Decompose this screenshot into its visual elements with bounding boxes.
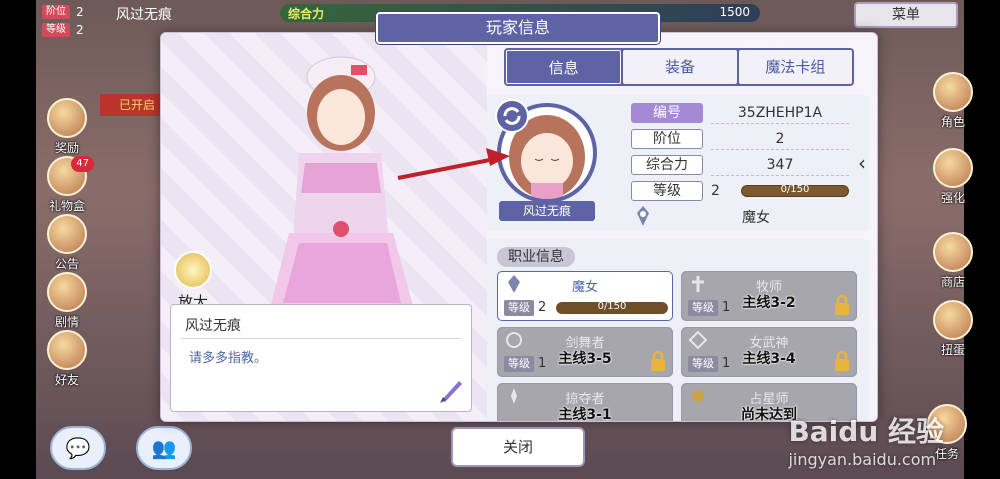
notice-icon bbox=[47, 214, 87, 254]
quill-edit-icon[interactable] bbox=[437, 377, 465, 405]
hud-rank-label: 阶位 bbox=[42, 5, 70, 19]
gacha-button[interactable]: 扭蛋 bbox=[930, 300, 976, 360]
unlock-requirement: 主线3-4 bbox=[742, 351, 796, 367]
witch-class-icon bbox=[637, 206, 649, 226]
avatar-name-plate: 风过无痕 bbox=[499, 201, 595, 221]
character-icon bbox=[933, 72, 973, 112]
greeting-divider bbox=[181, 338, 461, 339]
chest-icon bbox=[47, 98, 87, 138]
job-name: 魔女 bbox=[571, 280, 598, 295]
class-value: 魔女 bbox=[742, 210, 770, 226]
level-value: 2 bbox=[711, 183, 720, 199]
book-icon bbox=[47, 272, 87, 312]
info-row-rank: 阶位 2 bbox=[631, 129, 849, 150]
level-progress-bar: 0/150 bbox=[741, 184, 849, 197]
character-button[interactable]: 角色 bbox=[930, 72, 976, 132]
info-row-level: 等级 2 0/150 bbox=[631, 181, 849, 201]
career-title: 职业信息 bbox=[497, 247, 575, 267]
people-icon: 👥 bbox=[151, 436, 177, 460]
tab-magic-deck[interactable]: 魔法卡组 bbox=[738, 50, 852, 84]
job-level-label: 等级 bbox=[504, 300, 534, 316]
enhance-label: 强化 bbox=[940, 191, 965, 205]
job-card-valkyrie[interactable]: 女武神 等级 1 主线3-4 bbox=[681, 327, 857, 377]
tab-equipment[interactable]: 装备 bbox=[623, 50, 737, 84]
refresh-icon bbox=[503, 107, 521, 125]
social-button[interactable]: 👥 bbox=[136, 426, 192, 470]
switch-avatar-button[interactable] bbox=[495, 99, 529, 133]
friends-label: 好友 bbox=[54, 373, 79, 387]
gacha-icon bbox=[933, 300, 973, 340]
power-label: 综合力 bbox=[631, 155, 703, 175]
hud-rank-value: 2 bbox=[76, 5, 84, 19]
unlock-requirement: 主线3-1 bbox=[558, 407, 612, 422]
job-card-plunderer[interactable]: 掠夺者 主线3-1 bbox=[497, 383, 673, 422]
watermark-logo: Baidu 经验 bbox=[788, 415, 944, 448]
info-row-id: 编号 35ZHEHP1A bbox=[631, 103, 849, 124]
shop-label: 商店 bbox=[940, 275, 965, 289]
greeting-name: 风过无痕 bbox=[185, 318, 241, 334]
info-tabs: 信息 装备 魔法卡组 bbox=[504, 48, 854, 86]
notice-label: 公告 bbox=[54, 257, 79, 271]
level-label: 等级 bbox=[631, 181, 703, 201]
reward-button[interactable]: 奖励 bbox=[44, 98, 90, 158]
job-level: 2 bbox=[538, 300, 547, 315]
greeting-box: 风过无痕 请多多指教。 bbox=[170, 304, 472, 412]
lock-icon bbox=[651, 350, 665, 371]
menu-button[interactable]: 菜单 bbox=[854, 2, 958, 28]
hud-power-value: 1500 bbox=[719, 5, 750, 19]
hud-power-label: 综合力 bbox=[288, 7, 325, 21]
hud-level-label: 等级 bbox=[42, 23, 70, 37]
enhance-button[interactable]: 强化 bbox=[930, 148, 976, 208]
hud-level-value: 2 bbox=[76, 23, 84, 37]
giftbox-button[interactable]: 礼物盒 47 bbox=[44, 156, 94, 216]
unlock-requirement: 主线3-2 bbox=[742, 295, 796, 311]
profile-card: 风过无痕 编号 35ZHEHP1A 阶位 2 综合力 347 等级 2 0/15… bbox=[487, 95, 869, 231]
modal-title: 玩家信息 bbox=[376, 12, 660, 44]
friends-button[interactable]: 好友 bbox=[44, 330, 90, 390]
job-card-witch[interactable]: 魔女 等级 2 0/150 bbox=[497, 271, 673, 321]
id-value: 35ZHEHP1A bbox=[711, 103, 849, 124]
friends-icon bbox=[47, 330, 87, 370]
story-button[interactable]: 剧情 bbox=[44, 272, 90, 332]
cards-icon bbox=[933, 148, 973, 188]
lock-icon bbox=[835, 294, 849, 315]
level-progress-text: 0/150 bbox=[780, 184, 810, 195]
character-portrait bbox=[269, 56, 415, 331]
id-label: 编号 bbox=[631, 103, 703, 123]
reward-label: 奖励 bbox=[54, 141, 79, 155]
job-progress-text: 0/150 bbox=[597, 301, 627, 312]
greeting-message: 请多多指教。 bbox=[189, 351, 268, 366]
power-value: 347 bbox=[711, 155, 849, 176]
hud-player-name: 风过无痕 bbox=[116, 7, 172, 23]
gacha-label: 扭蛋 bbox=[940, 343, 965, 357]
character-label: 角色 bbox=[940, 115, 965, 129]
watermark: Baidu 经验 jingyan.baidu.com bbox=[788, 410, 944, 469]
giftbox-badge: 47 bbox=[71, 156, 94, 172]
chat-bubble-icon: 💬 bbox=[65, 436, 91, 460]
player-info-modal: 放大 风过无痕 请多多指教。 信息 装备 魔法卡组 风过无痕 编号 35ZHEH… bbox=[160, 32, 878, 422]
job-card-priest[interactable]: 牧师 等级 1 主线3-2 bbox=[681, 271, 857, 321]
rank-value: 2 bbox=[711, 129, 849, 150]
close-button[interactable]: 关闭 bbox=[451, 427, 585, 467]
notice-button[interactable]: 公告 bbox=[44, 214, 90, 274]
tab-info[interactable]: 信息 bbox=[506, 50, 622, 84]
chevron-left-icon[interactable]: ‹ bbox=[855, 143, 869, 183]
rank-label: 阶位 bbox=[631, 129, 703, 149]
job-card-blade-dancer[interactable]: 剑舞者 等级 1 主线3-5 bbox=[497, 327, 673, 377]
magnifier-icon bbox=[174, 251, 212, 289]
lock-icon bbox=[835, 350, 849, 371]
info-row-power: 综合力 347 bbox=[631, 155, 849, 176]
chat-bubble-button[interactable]: 💬 bbox=[50, 426, 106, 470]
giftbox-label: 礼物盒 bbox=[48, 199, 85, 213]
job-progress-bar: 0/150 bbox=[556, 301, 668, 314]
left-letterbox bbox=[0, 0, 36, 479]
unlock-requirement: 主线3-5 bbox=[558, 351, 612, 367]
shop-button[interactable]: 商店 bbox=[930, 232, 976, 292]
watermark-url: jingyan.baidu.com bbox=[788, 450, 937, 469]
career-section: 职业信息 魔女 等级 2 0/150 牧师 等级 1 主线3-2 剑舞者 等级 … bbox=[487, 239, 869, 422]
shop-icon bbox=[933, 232, 973, 272]
story-label: 剧情 bbox=[54, 315, 79, 329]
